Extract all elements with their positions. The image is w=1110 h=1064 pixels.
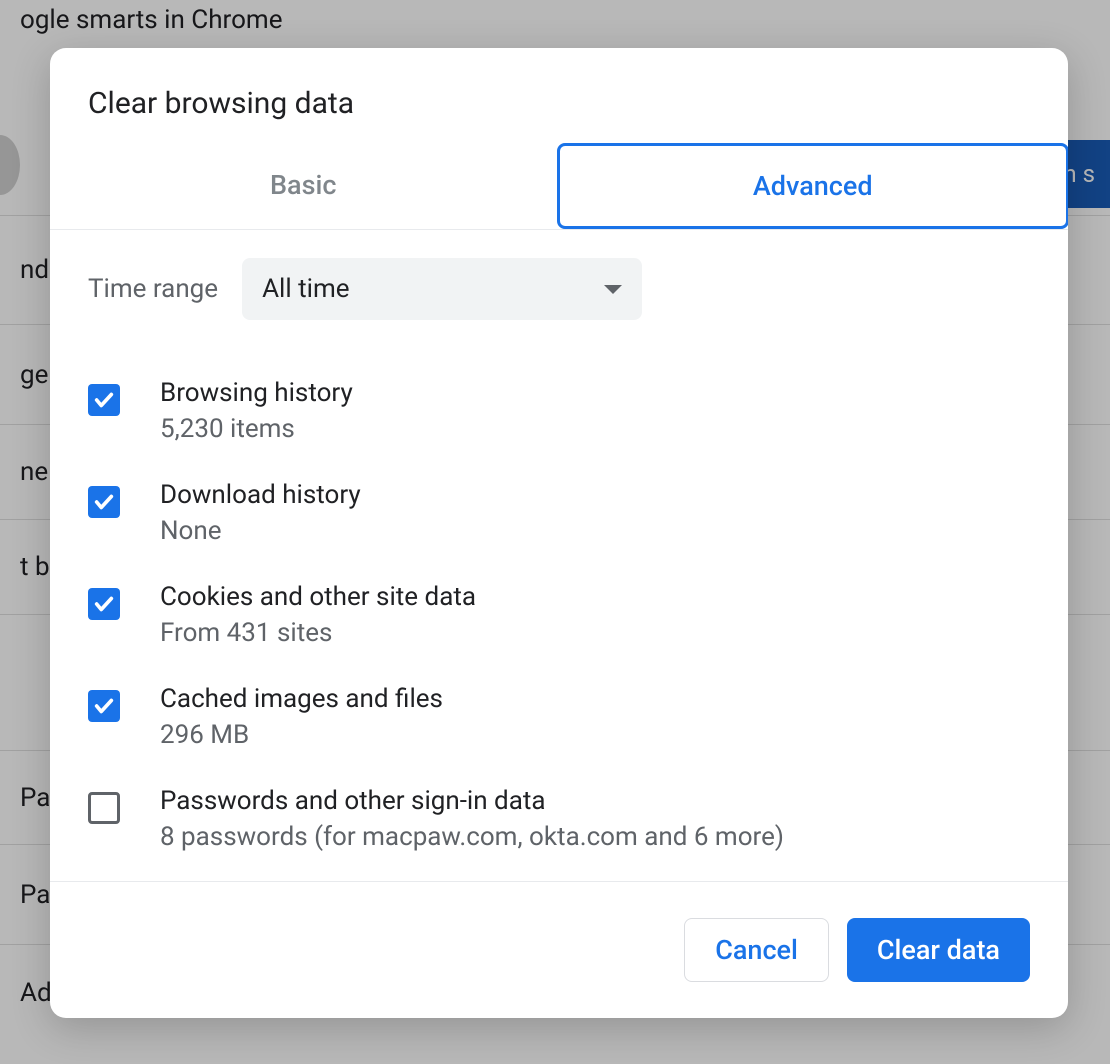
data-type-item: Cookies and other site data From 431 site… [88, 564, 1030, 666]
time-range-dropdown[interactable]: All time [242, 258, 642, 320]
data-type-text: Download history None [160, 480, 361, 546]
data-type-text: Browsing history 5,230 items [160, 378, 353, 444]
time-range-label: Time range [88, 274, 218, 304]
data-type-subtitle: 5,230 items [160, 414, 353, 444]
tab-basic[interactable]: Basic [50, 145, 557, 229]
dialog-title: Clear browsing data [50, 48, 1068, 145]
clear-data-button[interactable]: Clear data [847, 918, 1030, 982]
data-type-item: Auto-fill form data [88, 870, 1030, 881]
data-type-item: Cached images and files 296 MB [88, 666, 1030, 768]
clear-browsing-data-dialog: Clear browsing data Basic Advanced Time … [50, 48, 1068, 1018]
time-range-row: Time range All time [88, 258, 1030, 320]
data-type-title: Cookies and other site data [160, 582, 476, 612]
data-type-item: Browsing history 5,230 items [88, 360, 1030, 462]
data-type-subtitle: 8 passwords (for macpaw.com, okta.com an… [160, 822, 784, 852]
data-type-subtitle: None [160, 516, 361, 546]
data-type-title: Passwords and other sign-in data [160, 786, 784, 816]
data-type-text: Cached images and files 296 MB [160, 684, 443, 750]
cancel-button[interactable]: Cancel [684, 918, 829, 982]
checkbox[interactable] [88, 384, 120, 416]
data-type-title: Cached images and files [160, 684, 443, 714]
data-type-text: Passwords and other sign-in data 8 passwo… [160, 786, 784, 852]
data-type-subtitle: 296 MB [160, 720, 443, 750]
dialog-tabs: Basic Advanced [50, 145, 1068, 230]
time-range-value: All time [262, 274, 349, 304]
data-type-item: Download history None [88, 462, 1030, 564]
checkbox[interactable] [88, 588, 120, 620]
data-type-subtitle: From 431 sites [160, 618, 476, 648]
checkbox[interactable] [88, 486, 120, 518]
chevron-down-icon [604, 285, 622, 294]
checkbox[interactable] [88, 792, 120, 824]
dialog-content: Time range All time Browsing history 5,23… [50, 230, 1068, 881]
dialog-footer: Cancel Clear data [50, 881, 1068, 1018]
data-type-title: Browsing history [160, 378, 353, 408]
checkbox[interactable] [88, 690, 120, 722]
data-type-item: Passwords and other sign-in data 8 passwo… [88, 768, 1030, 870]
tab-advanced[interactable]: Advanced [557, 143, 1069, 229]
data-type-title: Download history [160, 480, 361, 510]
data-type-text: Cookies and other site data From 431 site… [160, 582, 476, 648]
data-type-list: Browsing history 5,230 items Download hist… [88, 360, 1030, 881]
